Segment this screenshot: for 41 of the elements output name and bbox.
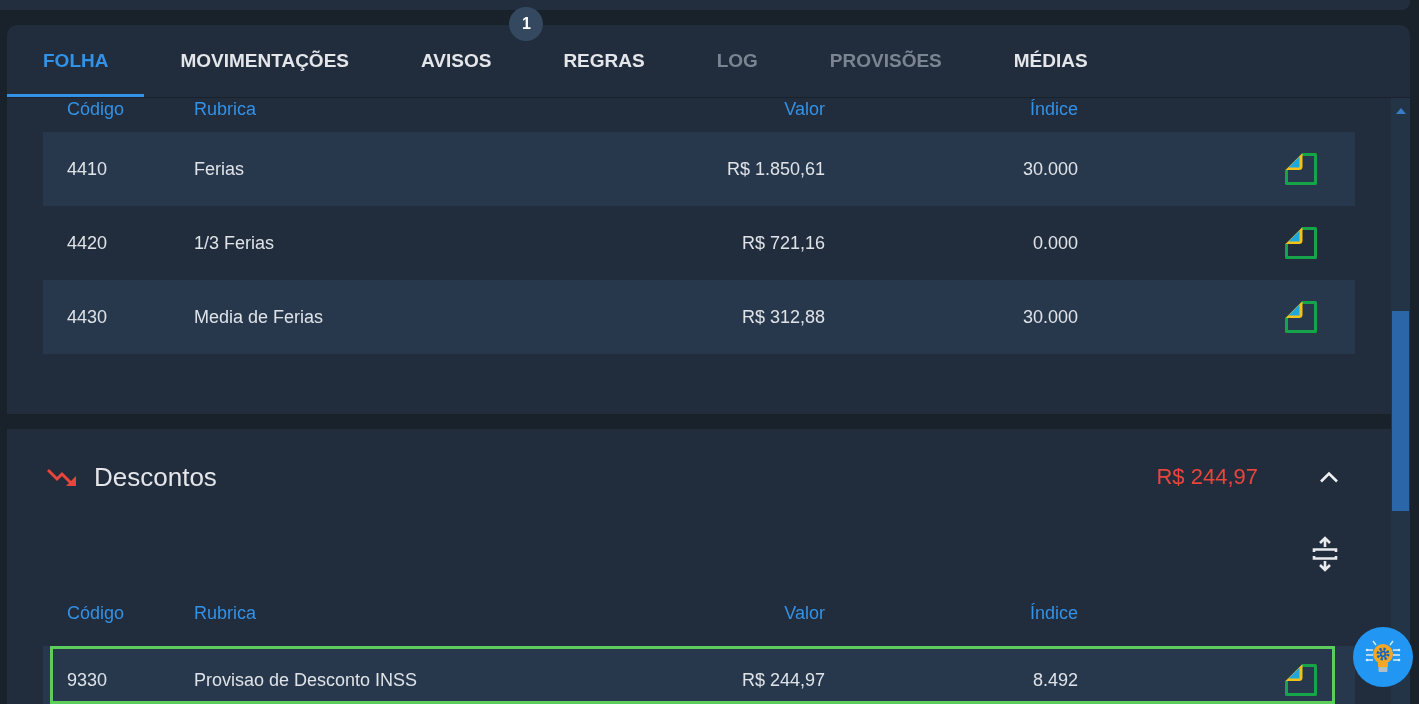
table-cell: 0.000: [1032, 232, 1078, 254]
table-cell-text: 1/3 Ferias: [194, 232, 276, 254]
table-cell-text: 4420: [67, 232, 109, 254]
table-cell: R$ 1.850,61: [726, 158, 825, 180]
table-cell: 30.000: [1022, 306, 1078, 328]
chevron-up-icon: [1318, 471, 1339, 483]
table-cell: 8.492: [1032, 669, 1078, 691]
column-header: Código: [67, 99, 126, 120]
tab[interactable]: MOVIMENTAÇÕES: [144, 25, 385, 97]
tab[interactable]: MÉDIAS: [977, 25, 1124, 97]
column-header: Rubrica: [194, 603, 258, 624]
column-header: Rubrica: [194, 99, 258, 120]
column-header: Índice: [1029, 603, 1078, 624]
table-cell-text: 4430: [67, 306, 109, 328]
table-cell-text: 4410: [67, 158, 109, 180]
notification-badge: 1: [509, 7, 544, 41]
vertical-resize-icon: [1312, 535, 1338, 573]
column-header: Valor: [784, 603, 825, 624]
scrollbar-thumb[interactable]: [1392, 311, 1409, 511]
table-cell: R$ 721,16: [741, 232, 825, 254]
section-total: R$ 244,97: [1156, 464, 1258, 490]
column-header: Código: [67, 603, 126, 624]
tab[interactable]: FOLHA: [7, 25, 145, 97]
table-cell: R$ 244,97: [741, 669, 825, 691]
note-icon[interactable]: [1285, 227, 1317, 259]
row-height-button[interactable]: [1312, 535, 1338, 573]
note-icon[interactable]: [1285, 153, 1317, 185]
table-cell: R$ 312,88: [741, 306, 825, 328]
table-cell-text: Ferias: [194, 158, 245, 180]
note-icon[interactable]: [1285, 664, 1317, 696]
selected-row-frame[interactable]: 9330 Provisao de Desconto INSS R$ 244,97 8.492: [50, 646, 1335, 704]
column-header: Valor: [784, 99, 825, 120]
column-header: Índice: [1029, 99, 1078, 120]
table-cell: 30.000: [1022, 158, 1078, 180]
note-icon[interactable]: [1285, 301, 1317, 333]
table-cell-text: 9330: [67, 669, 109, 691]
trend-down-icon: [47, 467, 77, 487]
table-cell-text: Provisao de Desconto INSS: [194, 669, 419, 691]
table-cell-text: Media de Ferias: [194, 306, 325, 328]
section-title: Descontos: [94, 462, 217, 492]
scroll-up-icon[interactable]: [1395, 108, 1406, 114]
